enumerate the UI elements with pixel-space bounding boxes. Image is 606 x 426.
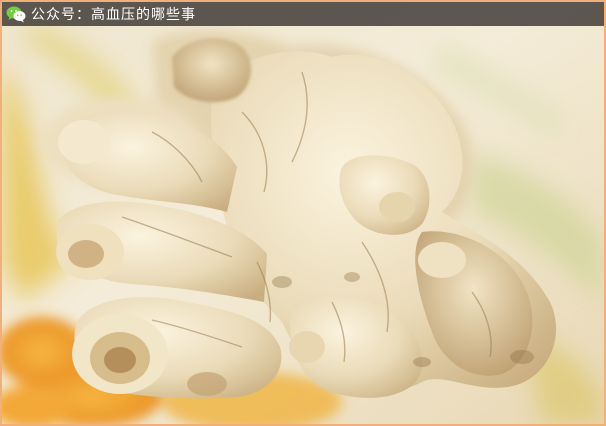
watermark-bar: 公众号：高血压的哪些事 <box>2 2 604 26</box>
image-frame: 公众号：高血压的哪些事 <box>0 0 606 426</box>
wechat-icon <box>5 4 27 24</box>
watermark-text: 公众号：高血压的哪些事 <box>31 7 196 23</box>
ginger-photo <box>2 2 604 424</box>
